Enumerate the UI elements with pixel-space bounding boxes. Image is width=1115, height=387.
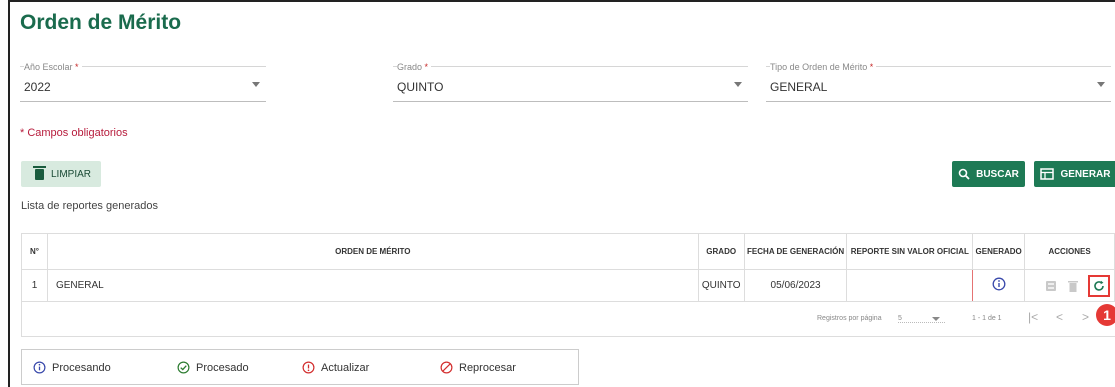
col-header-acciones: ACCIONES <box>1024 233 1115 270</box>
required-mark: * <box>869 62 874 72</box>
field-border <box>393 66 748 67</box>
cell-reporte <box>846 269 974 302</box>
cell-orden: GENERAL <box>46 269 699 302</box>
legend-item-procesado: Procesado <box>177 361 249 374</box>
clear-button-label: LIMPIAR <box>51 168 92 180</box>
prohibited-icon <box>440 361 453 374</box>
chevron-down-icon <box>932 317 940 321</box>
check-circle-icon <box>177 361 190 374</box>
page-title: Orden de Mérito <box>20 11 182 34</box>
grade-label: Grado * <box>397 62 432 72</box>
grade-select[interactable]: Grado * QUINTO <box>393 62 748 102</box>
status-legend: Procesando Procesado Actualizar Reproces… <box>21 349 579 385</box>
type-label: Tipo de Orden de Mérito * <box>770 62 877 72</box>
year-label-text: Año Escolar <box>24 62 73 72</box>
page-range: 1 - 1 de 1 <box>972 315 1002 322</box>
exclamation-circle-icon <box>302 361 315 374</box>
cell-generado <box>972 269 1026 302</box>
cell-acciones <box>1024 269 1115 302</box>
prev-page-icon[interactable]: < <box>1056 310 1063 324</box>
cell-number: 1 <box>21 269 48 302</box>
annotation-badge: 1 <box>1096 304 1115 326</box>
generate-button[interactable]: GENERAR <box>1034 161 1115 187</box>
grade-label-text: Grado <box>397 62 423 72</box>
clear-button[interactable]: LIMPIAR <box>21 161 101 187</box>
per-page-select[interactable]: 5 <box>898 315 945 323</box>
type-value: GENERAL <box>770 80 828 94</box>
year-value: 2022 <box>24 80 51 94</box>
app-frame: Orden de Mérito Año Escolar * 2022 Grado… <box>8 0 1115 387</box>
year-label: Año Escolar * <box>24 62 82 72</box>
type-select[interactable]: Tipo de Orden de Mérito * GENERAL <box>766 62 1111 102</box>
refresh-icon <box>1094 280 1104 291</box>
legend-label: Actualizar <box>321 361 370 374</box>
trash-icon <box>33 165 46 180</box>
required-mark: * <box>424 62 429 72</box>
first-page-icon[interactable]: |< <box>1028 310 1038 324</box>
info-circle-icon[interactable] <box>992 277 1006 291</box>
required-note: * Campos obligatorios <box>20 127 128 139</box>
cell-grado: QUINTO <box>697 269 745 302</box>
legend-label: Procesando <box>52 361 111 374</box>
col-header-generado: GENERADO <box>972 233 1026 270</box>
chevron-down-icon <box>734 82 742 87</box>
next-page-icon[interactable]: > <box>1082 310 1089 324</box>
list-title: Lista de reportes generados <box>21 200 158 212</box>
generate-button-label: GENERAR <box>1060 168 1111 180</box>
table-row: 1 GENERAL QUINTO 05/06/2023 <box>21 269 1115 302</box>
legend-item-reprocesar: Reprocesar <box>440 361 516 374</box>
trash-icon[interactable] <box>1067 279 1079 293</box>
search-button[interactable]: BUSCAR <box>952 161 1025 187</box>
type-label-text: Tipo de Orden de Mérito <box>770 62 868 72</box>
chevron-down-icon <box>252 82 260 87</box>
grade-value: QUINTO <box>397 80 444 94</box>
col-header-fecha: FECHA DE GENERACIÓN <box>743 233 848 270</box>
chevron-down-icon <box>1097 82 1105 87</box>
required-mark: * <box>75 62 79 72</box>
year-select[interactable]: Año Escolar * 2022 <box>20 62 266 102</box>
col-header-orden: ORDEN DE MÉRITO <box>46 233 699 270</box>
legend-label: Reprocesar <box>459 361 516 374</box>
legend-item-actualizar: Actualizar <box>302 361 369 374</box>
search-button-label: BUSCAR <box>976 168 1019 180</box>
per-page-label: Registros por página <box>817 315 882 322</box>
legend-item-procesando: Procesando <box>33 361 111 374</box>
table-header-row: N° ORDEN DE MÉRITO GRADO FECHA DE GENERA… <box>21 233 1115 270</box>
col-header-number: N° <box>21 233 48 270</box>
reports-table: N° ORDEN DE MÉRITO GRADO FECHA DE GENERA… <box>21 233 1115 302</box>
table-icon <box>1040 168 1055 180</box>
col-header-grado: GRADO <box>697 233 745 270</box>
info-circle-icon <box>33 361 46 374</box>
table-pagination: Registros por página 5 1 - 1 de 1 |< < > <box>21 301 1115 337</box>
refresh-button[interactable] <box>1088 274 1110 297</box>
col-header-reporte: REPORTE SIN VALOR OFICIAL <box>846 233 974 270</box>
document-icon[interactable] <box>1044 279 1058 293</box>
per-page-value: 5 <box>898 315 902 322</box>
cell-fecha: 05/06/2023 <box>743 269 848 302</box>
search-icon <box>958 168 970 180</box>
legend-label: Procesado <box>196 361 249 374</box>
